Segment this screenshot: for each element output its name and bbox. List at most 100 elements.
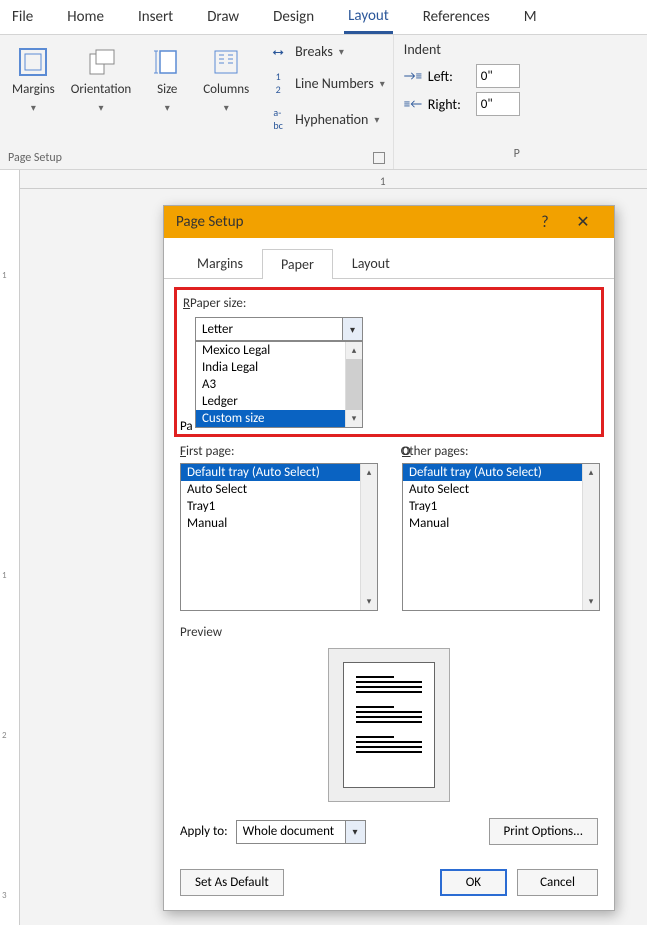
listbox-scrollbar[interactable]: ▴ ▾ xyxy=(360,464,377,610)
tab-more[interactable]: M xyxy=(520,2,541,32)
tray-option-selected[interactable]: Default tray (Auto Select) xyxy=(181,464,377,481)
paper-option[interactable]: A3 xyxy=(196,376,362,393)
tray-option[interactable]: Manual xyxy=(403,515,599,532)
orientation-button[interactable]: Orientation ▾ xyxy=(67,41,136,134)
preview-label: Preview xyxy=(180,625,598,640)
page-setup-dialog: Page Setup ? ✕ Margins Paper Layout R Pa… xyxy=(163,205,615,911)
chevron-down-icon: ▾ xyxy=(224,101,229,114)
set-as-default-button[interactable]: Set As Default xyxy=(180,869,284,896)
scroll-up-icon[interactable]: ▴ xyxy=(583,464,599,481)
tab-layout[interactable]: Layout xyxy=(344,1,393,34)
columns-label: Columns xyxy=(203,83,249,97)
apply-to-label: Apply to: xyxy=(180,824,228,839)
line-numbers-label: Line Numbers xyxy=(295,75,374,92)
paper-size-dropdown-list[interactable]: Mexico Legal India Legal A3 Ledger Custo… xyxy=(195,341,363,428)
hruler-line xyxy=(20,188,647,189)
ribbon-tabs: File Home Insert Draw Design Layout Refe… xyxy=(0,0,647,35)
tab-file[interactable]: File xyxy=(8,2,37,32)
scroll-track[interactable] xyxy=(346,359,362,410)
vertical-ruler: 1 1 2 3 xyxy=(0,170,20,925)
cancel-button[interactable]: Cancel xyxy=(517,869,598,896)
listbox-scrollbar[interactable]: ▴ ▾ xyxy=(582,464,599,610)
tab-draw[interactable]: Draw xyxy=(203,2,243,32)
hyphenation-button[interactable]: a-bc Hyphenation ▾ xyxy=(267,104,385,134)
first-page-label: FFirst page: xyxy=(180,444,378,459)
line-numbers-icon: 12 xyxy=(267,70,289,96)
indent-group: Indent →≡ Left: ≡← Right: P xyxy=(394,35,530,169)
line-numbers-button[interactable]: 12 Line Numbers ▾ xyxy=(267,68,385,98)
chevron-down-icon: ▾ xyxy=(374,113,379,126)
scroll-down-icon[interactable]: ▾ xyxy=(346,410,362,427)
tab-design[interactable]: Design xyxy=(269,2,318,32)
paragraph-group-label-partial: P xyxy=(514,147,520,161)
page-setup-launcher[interactable] xyxy=(373,152,385,164)
tray-option[interactable]: Auto Select xyxy=(403,481,599,498)
breaks-label: Breaks xyxy=(295,43,333,60)
first-page-listbox[interactable]: Default tray (Auto Select) Auto Select T… xyxy=(180,463,378,611)
indent-right-input[interactable] xyxy=(476,92,520,116)
margins-icon xyxy=(16,45,50,79)
apply-to-dropdown-button[interactable]: ▾ xyxy=(345,821,365,843)
tab-paper[interactable]: Paper xyxy=(262,249,333,279)
margins-button[interactable]: Margins ▾ xyxy=(8,41,59,134)
indent-left-label: Left: xyxy=(428,68,470,85)
close-button[interactable]: ✕ xyxy=(564,212,602,232)
indent-left-icon: →≡ xyxy=(404,69,422,84)
orientation-label: Orientation xyxy=(71,83,132,97)
chevron-down-icon: ▾ xyxy=(339,45,344,58)
dropdown-scrollbar[interactable]: ▴ ▾ xyxy=(345,342,362,427)
dialog-title: Page Setup xyxy=(176,213,243,231)
paper-size-label: R Paper size: xyxy=(183,296,595,311)
paper-option-selected[interactable]: Custom size xyxy=(196,410,362,427)
breaks-icon: ⭤ xyxy=(267,43,289,60)
indent-left-input[interactable] xyxy=(476,64,520,88)
indent-title: Indent xyxy=(404,41,520,58)
columns-icon xyxy=(209,45,243,79)
ok-button[interactable]: OK xyxy=(440,869,507,896)
page-setup-group-label: Page Setup xyxy=(8,151,62,165)
ribbon-content: Margins ▾ Orientation ▾ Size ▾ xyxy=(0,35,647,170)
hyphenation-label: Hyphenation xyxy=(295,111,368,128)
highlight-annotation: R Paper size: ▾ Mexico Legal India Legal… xyxy=(174,287,604,437)
scroll-up-icon[interactable]: ▴ xyxy=(346,342,362,359)
tab-margins[interactable]: Margins xyxy=(178,248,262,278)
page-setup-group: Margins ▾ Orientation ▾ Size ▾ xyxy=(0,35,394,169)
paper-size-input[interactable] xyxy=(195,317,363,341)
paper-size-dropdown-button[interactable]: ▾ xyxy=(342,318,362,340)
hyphenation-icon: a-bc xyxy=(267,106,289,132)
other-pages-listbox[interactable]: Default tray (Auto Select) Auto Select T… xyxy=(402,463,600,611)
margins-label: Margins xyxy=(12,83,55,97)
dialog-tabs: Margins Paper Layout xyxy=(164,238,614,279)
preview-box xyxy=(328,648,450,802)
indent-right-icon: ≡← xyxy=(404,97,422,112)
size-label: Size xyxy=(157,83,177,97)
ruler-mark: 1 xyxy=(380,175,386,188)
size-button[interactable]: Size ▾ xyxy=(143,41,191,134)
other-pages-label: OOther pages: xyxy=(402,444,600,459)
chevron-down-icon: ▾ xyxy=(165,101,170,114)
apply-to-combo[interactable]: ▾ xyxy=(236,820,366,844)
tab-insert[interactable]: Insert xyxy=(134,2,177,32)
paper-size-combo[interactable]: ▾ xyxy=(195,317,363,341)
print-options-button[interactable]: Print Options... xyxy=(489,818,598,845)
paper-option[interactable]: Mexico Legal xyxy=(196,342,362,359)
tab-home[interactable]: Home xyxy=(63,2,108,32)
dialog-titlebar[interactable]: Page Setup ? ✕ xyxy=(164,206,614,238)
tray-option[interactable]: Tray1 xyxy=(403,498,599,515)
tray-option-selected[interactable]: Default tray (Auto Select) xyxy=(403,464,599,481)
tray-option[interactable]: Manual xyxy=(181,515,377,532)
preview-page-icon xyxy=(343,662,435,788)
tray-option[interactable]: Tray1 xyxy=(181,498,377,515)
paper-option[interactable]: Ledger xyxy=(196,393,362,410)
tray-option[interactable]: Auto Select xyxy=(181,481,377,498)
chevron-down-icon: ▾ xyxy=(98,101,103,114)
breaks-button[interactable]: ⭤ Breaks ▾ xyxy=(267,41,385,62)
tab-layout-dlg[interactable]: Layout xyxy=(333,248,409,278)
scroll-up-icon[interactable]: ▴ xyxy=(361,464,377,481)
columns-button[interactable]: Columns ▾ xyxy=(199,41,253,134)
scroll-down-icon[interactable]: ▾ xyxy=(361,593,377,610)
paper-option[interactable]: India Legal xyxy=(196,359,362,376)
scroll-down-icon[interactable]: ▾ xyxy=(583,593,599,610)
tab-references[interactable]: References xyxy=(419,2,494,32)
help-button[interactable]: ? xyxy=(526,213,564,232)
